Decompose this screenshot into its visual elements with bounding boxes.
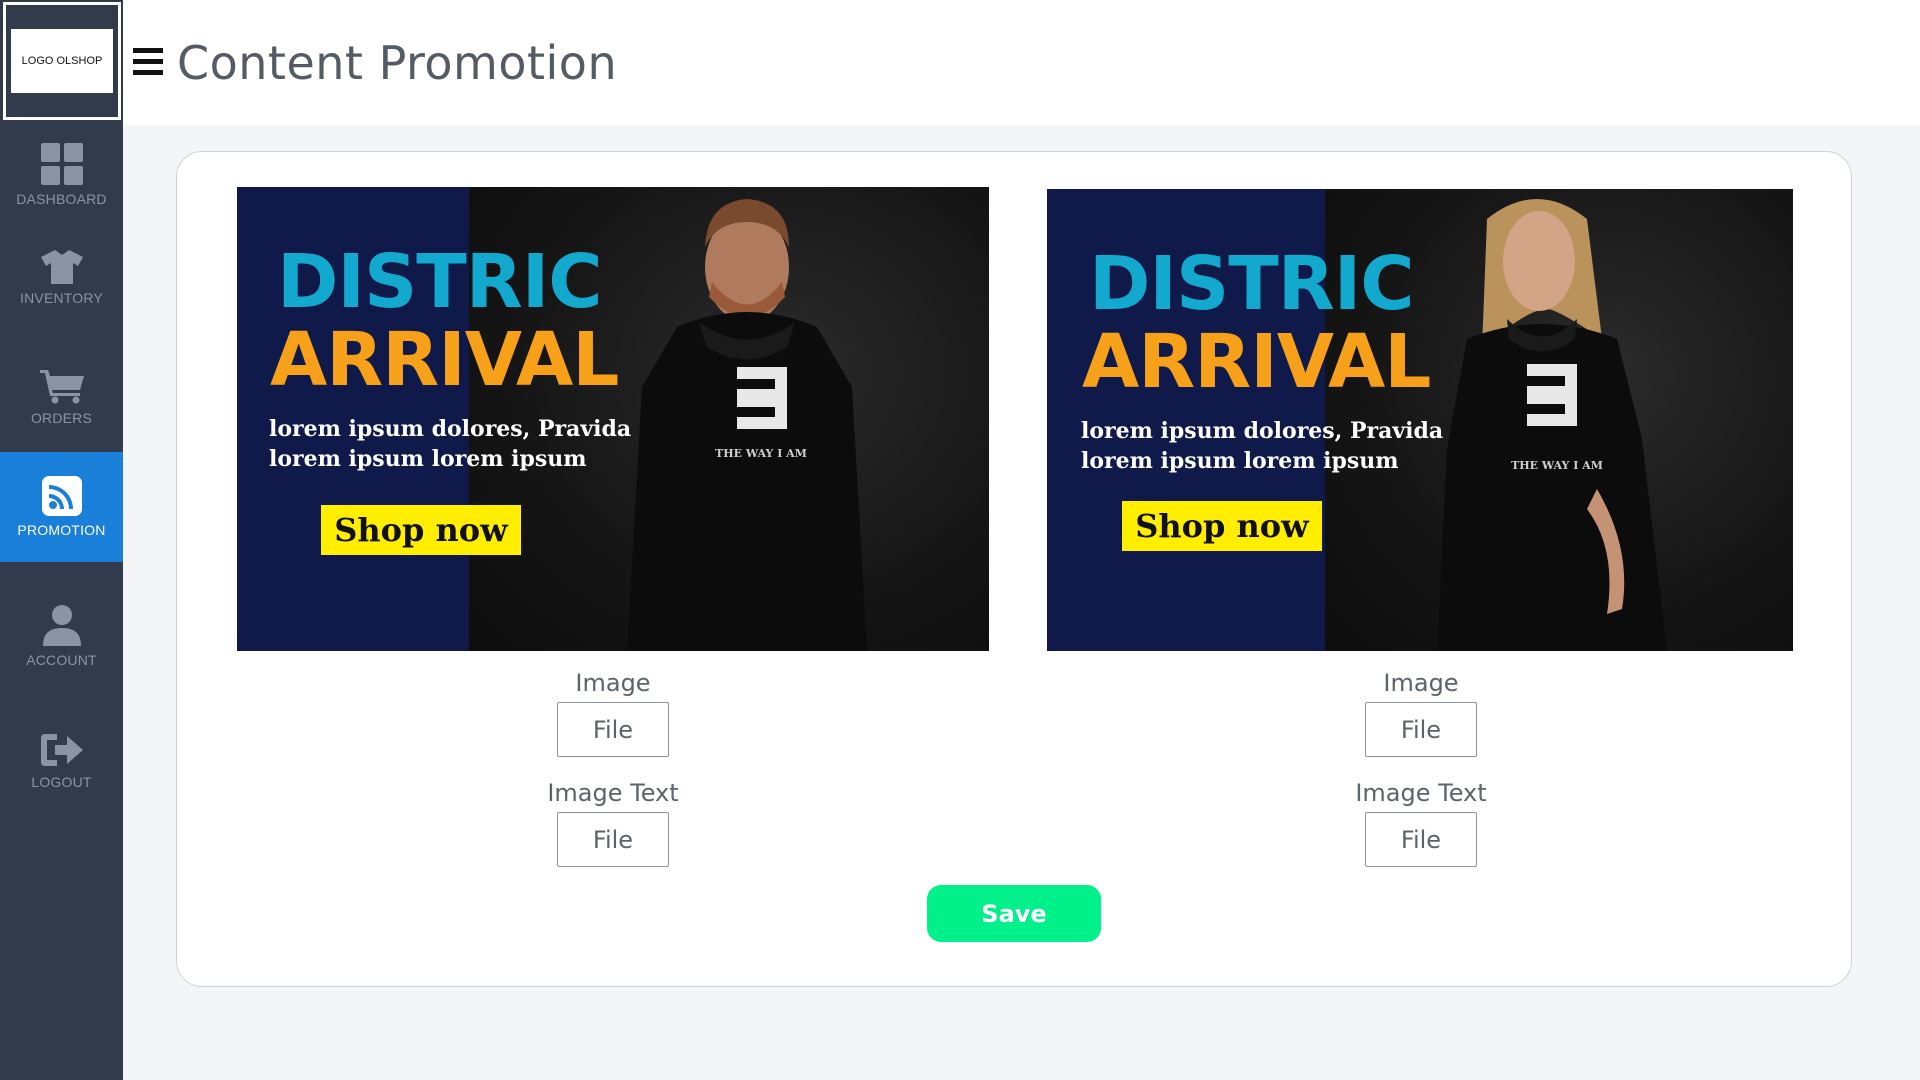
hoodie-text: THE WAY I AM	[715, 447, 807, 460]
image-text-file-button[interactable]: File	[1365, 812, 1477, 867]
hoodie-text: THE WAY I AM	[1511, 459, 1603, 472]
image-text-file-button[interactable]: File	[557, 812, 669, 867]
banner-subtitle-line2: lorem ipsum lorem ipsum	[1081, 448, 1399, 474]
rss-icon	[41, 476, 82, 516]
sidebar-item-dashboard[interactable]: DASHBOARD	[0, 143, 123, 213]
banner-subtitle-line1: lorem ipsum dolores, Pravida	[269, 416, 632, 442]
model-photo-female: THE WAY I AM	[1437, 199, 1667, 651]
banner-subtitle-line1: lorem ipsum dolores, Pravida	[1081, 418, 1444, 444]
sidebar-item-promotion[interactable]: PROMOTION	[0, 452, 123, 562]
image-text-label: Image Text	[1355, 779, 1487, 807]
logo: LOGO OLSHOP	[11, 29, 113, 93]
promotion-card: THE WAY I AM DISTRIC ARRIVAL lorem ipsum…	[176, 151, 1852, 987]
banner-title-line2: ARRIVAL	[1082, 319, 1431, 405]
save-button[interactable]: Save	[927, 885, 1101, 942]
logo-frame[interactable]: LOGO OLSHOP	[3, 2, 121, 120]
sidebar-item-label: INVENTORY	[20, 290, 103, 306]
page-title: Content Promotion	[177, 36, 618, 90]
header: Content Promotion	[123, 0, 1920, 125]
sidebar: LOGO OLSHOP DASHBOARD INVENTORY ORDERS P…	[0, 0, 123, 1080]
model-photo-male: THE WAY I AM	[627, 199, 867, 651]
user-icon	[42, 605, 81, 646]
shop-now-button[interactable]: Shop now	[321, 505, 521, 555]
sidebar-item-logout[interactable]: LOGOUT	[0, 732, 123, 802]
sidebar-item-label: LOGOUT	[31, 774, 92, 790]
promotion-banner-2: THE WAY I AM DISTRIC ARRIVAL lorem ipsum…	[1047, 189, 1793, 651]
image-label: Image	[1383, 669, 1459, 697]
promotion-banner-1: THE WAY I AM DISTRIC ARRIVAL lorem ipsum…	[237, 187, 989, 651]
sign-out-icon	[40, 734, 83, 766]
image-file-button[interactable]: File	[557, 702, 669, 757]
sidebar-item-inventory[interactable]: INVENTORY	[0, 250, 123, 315]
banner-title-line1: DISTRIC	[1089, 241, 1415, 327]
cart-icon	[39, 370, 84, 404]
banner-title-line2: ARRIVAL	[270, 317, 619, 403]
sidebar-item-label: ORDERS	[30, 410, 93, 426]
image-file-button[interactable]: File	[1365, 702, 1477, 757]
banner-title-line1: DISTRIC	[277, 239, 603, 325]
banner-subtitle-line2: lorem ipsum lorem ipsum	[269, 446, 587, 472]
tshirt-icon	[40, 250, 83, 284]
shop-now-button[interactable]: Shop now	[1122, 501, 1322, 551]
image-label: Image	[575, 669, 651, 697]
sidebar-item-label: PROMOTION	[17, 522, 106, 538]
sidebar-item-orders[interactable]: ORDERS	[0, 370, 123, 435]
grid-icon	[40, 143, 83, 185]
sidebar-item-account[interactable]: ACCOUNT	[0, 604, 123, 674]
sidebar-item-label: ACCOUNT	[26, 652, 97, 668]
sidebar-item-label: DASHBOARD	[16, 191, 107, 207]
hamburger-menu-icon[interactable]	[133, 48, 163, 78]
image-text-label: Image Text	[547, 779, 679, 807]
